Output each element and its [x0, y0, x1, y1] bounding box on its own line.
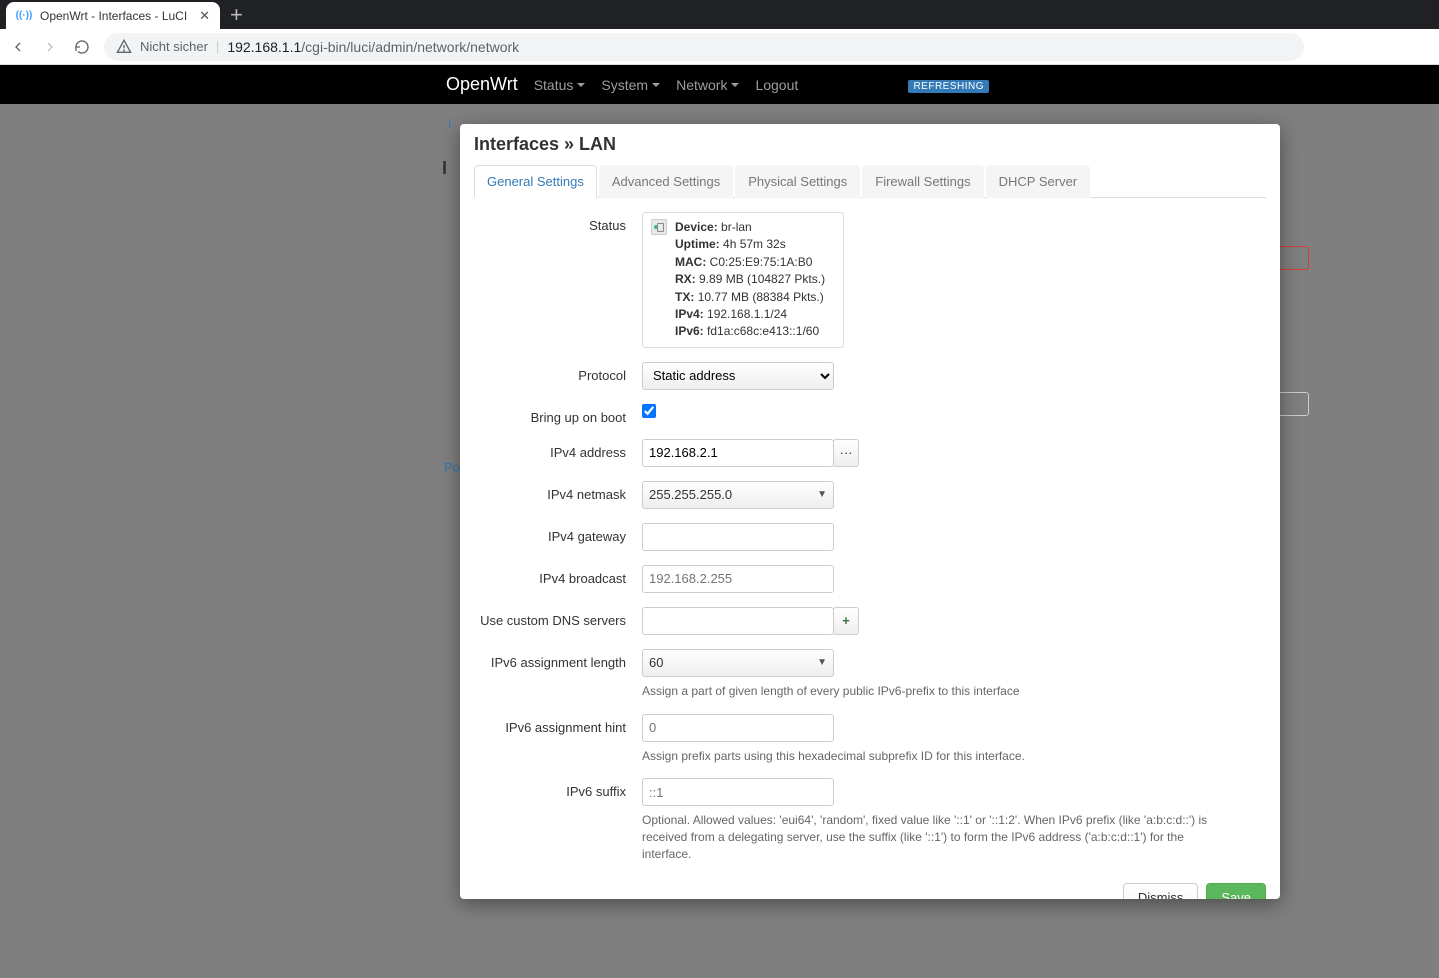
bg-page-title: I	[442, 158, 447, 179]
ipv4-address-input[interactable]	[642, 439, 834, 467]
url-text: 192.168.1.1/cgi-bin/luci/admin/network/n…	[227, 39, 519, 55]
help-assignlen: Assign a part of given length of every p…	[642, 683, 1262, 700]
label-ipv4netmask: IPv4 netmask	[474, 481, 642, 502]
label-protocol: Protocol	[474, 362, 642, 383]
security-label: Nicht sicher	[140, 39, 208, 54]
bg-powered: Po	[444, 460, 460, 475]
protocol-select[interactable]: Static address	[642, 362, 834, 390]
label-ipv6assignlen: IPv6 assignment length	[474, 649, 642, 670]
network-device-icon	[651, 219, 667, 235]
help-assignhint: Assign prefix parts using this hexadecim…	[642, 748, 1262, 765]
menu-system[interactable]: System	[601, 77, 660, 93]
menu-status[interactable]: Status	[534, 77, 586, 93]
chevron-down-icon	[652, 83, 660, 87]
menu-logout[interactable]: Logout	[755, 77, 798, 93]
back-button[interactable]	[8, 37, 28, 57]
modal-footer: Dismiss Save	[474, 883, 1266, 899]
label-ipv4gateway: IPv4 gateway	[474, 523, 642, 544]
tab-dhcp-server[interactable]: DHCP Server	[986, 165, 1091, 198]
dismiss-button[interactable]: Dismiss	[1123, 883, 1199, 899]
brand-label[interactable]: OpenWrt	[446, 74, 518, 95]
address-separator: |	[216, 39, 219, 54]
label-customdns: Use custom DNS servers	[474, 607, 642, 628]
tab-physical-settings[interactable]: Physical Settings	[735, 165, 860, 198]
bringup-checkbox[interactable]	[642, 404, 656, 418]
reload-button[interactable]	[72, 37, 92, 57]
chevron-down-icon	[577, 83, 585, 87]
tab-general-settings[interactable]: General Settings	[474, 165, 597, 198]
address-bar[interactable]: Nicht sicher | 192.168.1.1/cgi-bin/luci/…	[104, 33, 1304, 61]
browser-chrome: ((·)) OpenWrt - Interfaces - LuCI ✕ + Ni…	[0, 0, 1439, 65]
bg-interfaces-link: I	[448, 116, 452, 131]
new-tab-button[interactable]: +	[220, 4, 253, 26]
tab-firewall-settings[interactable]: Firewall Settings	[862, 165, 983, 198]
label-ipv4addr: IPv4 address	[474, 439, 642, 460]
ipv4-netmask-select[interactable]: 255.255.255.0▼	[642, 481, 834, 509]
ipv6-suffix-input[interactable]	[642, 778, 834, 806]
menu-network[interactable]: Network	[676, 77, 739, 93]
favicon-icon: ((·))	[16, 8, 32, 24]
modal-title: Interfaces » LAN	[474, 134, 1266, 155]
help-suffix: Optional. Allowed values: 'eui64', 'rand…	[642, 812, 1232, 862]
add-dns-button[interactable]: +	[833, 607, 859, 635]
ipv6-assign-length-select[interactable]: 60▼	[642, 649, 834, 677]
label-ipv4broadcast: IPv4 broadcast	[474, 565, 642, 586]
browser-toolbar: Nicht sicher | 192.168.1.1/cgi-bin/luci/…	[0, 29, 1439, 65]
save-button[interactable]: Save	[1206, 883, 1266, 899]
ipv6-assign-hint-input[interactable]	[642, 714, 834, 742]
tab-title: OpenWrt - Interfaces - LuCI	[40, 9, 191, 23]
ipv4-address-more-button[interactable]: ···	[833, 439, 859, 467]
forward-button[interactable]	[40, 37, 60, 57]
tab-advanced-settings[interactable]: Advanced Settings	[599, 165, 733, 198]
ipv4-gateway-input[interactable]	[642, 523, 834, 551]
modal-tabs: General Settings Advanced Settings Physi…	[474, 165, 1266, 198]
openwrt-header: OpenWrt Status System Network Logout REF…	[0, 65, 1439, 104]
label-status: Status	[474, 212, 642, 233]
insecure-icon	[116, 39, 132, 55]
interface-edit-modal: Interfaces » LAN General Settings Advanc…	[460, 124, 1280, 899]
custom-dns-input[interactable]	[642, 607, 834, 635]
close-tab-icon[interactable]: ✕	[199, 8, 210, 24]
chevron-down-icon	[731, 83, 739, 87]
tab-strip: ((·)) OpenWrt - Interfaces - LuCI ✕ +	[0, 0, 1439, 29]
status-box: Device: br-lan Uptime: 4h 57m 32s MAC: C…	[642, 212, 844, 348]
label-ipv6assignhint: IPv6 assignment hint	[474, 714, 642, 735]
label-bringup: Bring up on boot	[474, 404, 642, 425]
refreshing-badge: REFRESHING	[908, 80, 989, 93]
label-ipv6suffix: IPv6 suffix	[474, 778, 642, 799]
browser-tab[interactable]: ((·)) OpenWrt - Interfaces - LuCI ✕	[6, 2, 220, 29]
ipv4-broadcast-input[interactable]	[642, 565, 834, 593]
